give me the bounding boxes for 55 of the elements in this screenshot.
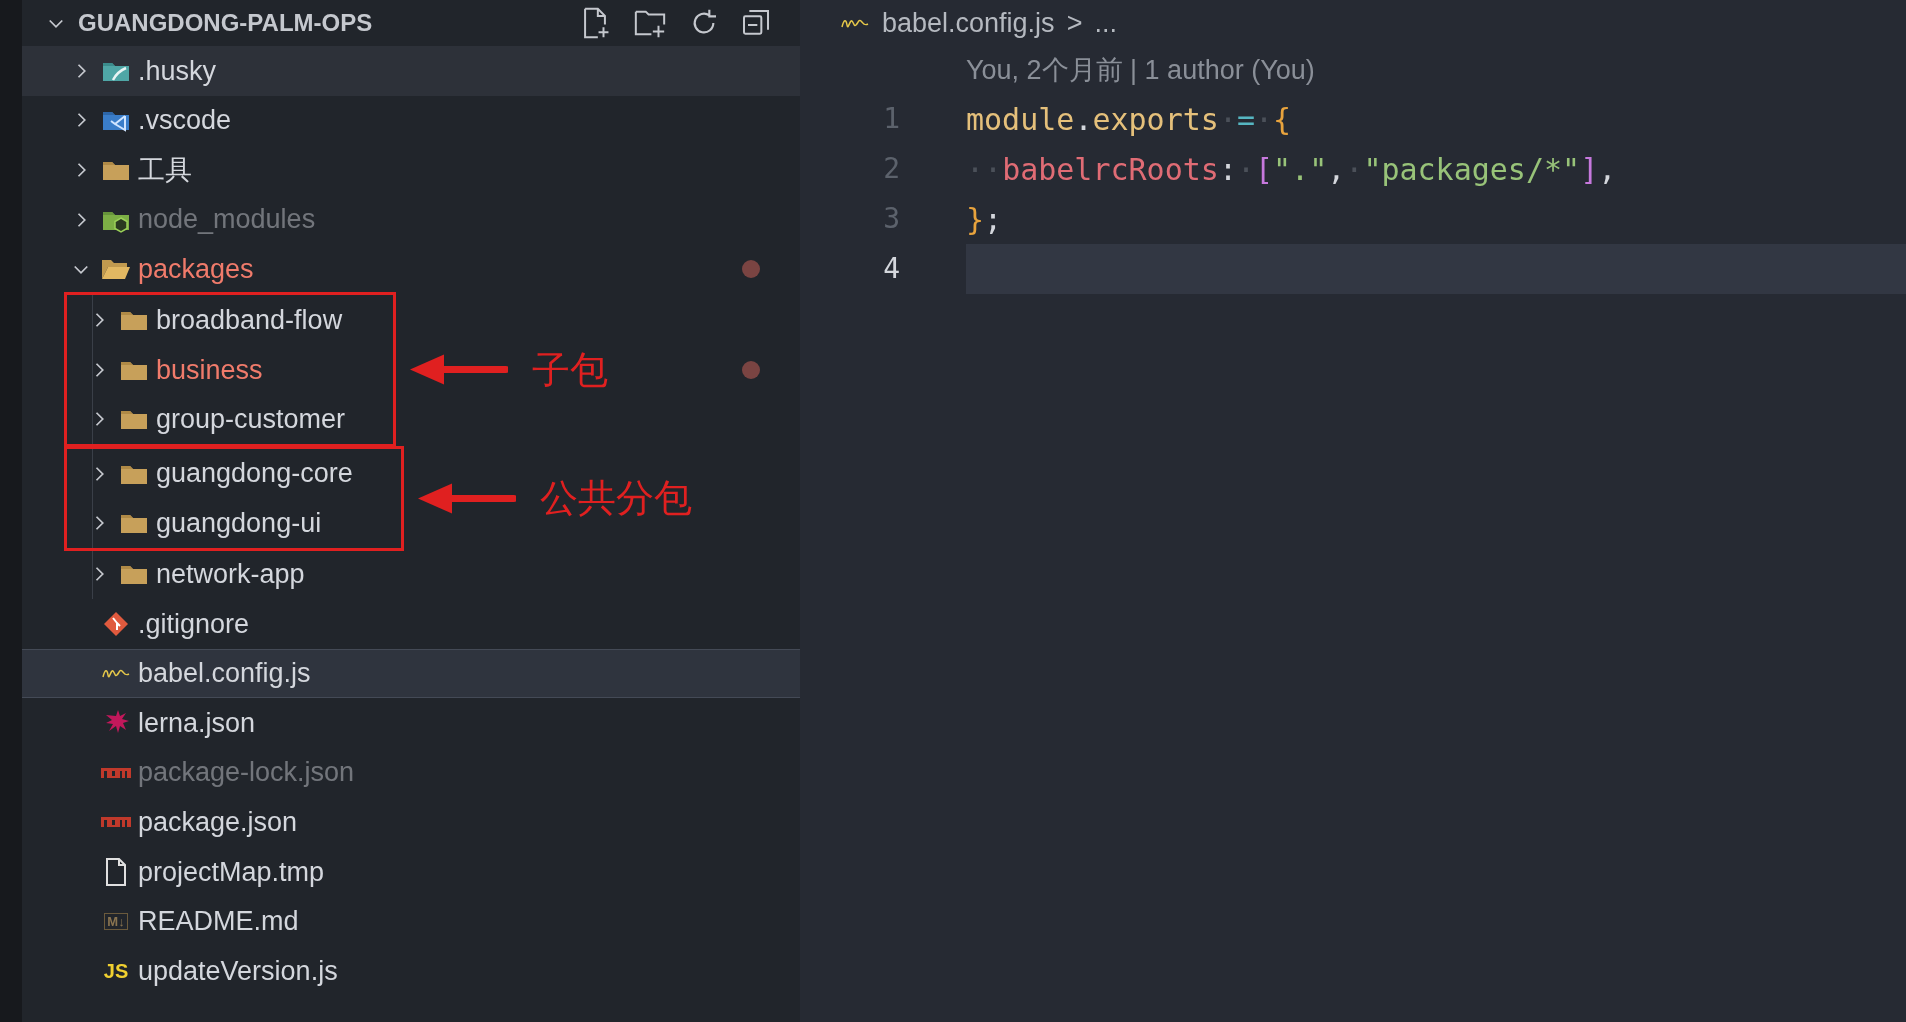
- file-name: updateVersion.js: [138, 954, 338, 988]
- folder-row[interactable]: .vscode: [22, 95, 800, 146]
- file-name: guangdong-ui: [156, 506, 322, 540]
- file-name: .husky: [138, 54, 217, 88]
- explorer-title: GUANGDONG-PALM-OPS: [78, 8, 373, 38]
- folder-row[interactable]: packages: [22, 244, 800, 294]
- line-number: 4: [882, 251, 901, 287]
- file-name: .gitignore: [138, 607, 250, 641]
- file-name: .vscode: [138, 104, 232, 138]
- annotation-label: 子包: [532, 347, 609, 393]
- file-name: lerna.json: [138, 706, 256, 740]
- codelens-text[interactable]: You, 2个月前 | 1 author (You): [966, 49, 1315, 91]
- line-number: 1: [882, 101, 901, 137]
- file-name: packages: [138, 252, 254, 286]
- file-row[interactable]: babel.config.js: [22, 648, 800, 699]
- folder-row[interactable]: 工具: [22, 145, 800, 195]
- folder-row[interactable]: .husky: [22, 46, 800, 96]
- line-number: 3: [882, 201, 901, 237]
- folder-row[interactable]: broadband-flow: [67, 295, 346, 346]
- folder-row[interactable]: guangdong-core: [67, 448, 353, 499]
- file-name: node_modules: [138, 203, 316, 237]
- code-text: };: [966, 200, 1004, 239]
- file-name: group-customer: [156, 403, 346, 437]
- file-name: network-app: [156, 558, 305, 591]
- file-name: package.json: [138, 805, 298, 839]
- markdown-icon: M↓: [104, 912, 128, 930]
- line-number: 2: [882, 151, 901, 187]
- file-name: 工具: [138, 153, 192, 187]
- folder-row[interactable]: guangdong-ui: [67, 498, 353, 548]
- npm-logo-icon: [100, 815, 132, 830]
- file-name: babel.config.js: [138, 657, 311, 691]
- npm-logo-icon: [100, 765, 132, 780]
- diamond-branch-icon: [102, 609, 130, 638]
- file-row[interactable]: M↓ README.md: [22, 896, 800, 947]
- file-name: business: [156, 353, 263, 387]
- file-row[interactable]: projectMap.tmp: [22, 847, 800, 897]
- code-text: ··babelrcRoots:·[".",·"packages/*"],: [966, 150, 1618, 189]
- file-name: broadband-flow: [156, 304, 343, 337]
- file-row[interactable]: .gitignore: [22, 599, 800, 649]
- file-name: projectMap.tmp: [138, 855, 325, 889]
- file-name: README.md: [138, 905, 299, 939]
- js-icon: JS: [103, 961, 129, 981]
- file-name: package-lock.json: [138, 756, 355, 790]
- file-icon: [103, 856, 129, 887]
- code-text: module.exports·=·{: [966, 100, 1293, 139]
- file-row[interactable]: JS updateVersion.js: [22, 946, 800, 996]
- folder-row[interactable]: group-customer: [67, 394, 346, 445]
- file-row[interactable]: package.json: [22, 797, 800, 847]
- breadcrumb-more[interactable]: ...: [1094, 2, 1117, 44]
- file-name: guangdong-core: [156, 457, 353, 491]
- breadcrumb-separator: >: [1066, 6, 1083, 40]
- annotation-label: 公共分包: [539, 475, 692, 521]
- folder-row[interactable]: network-app: [22, 549, 800, 600]
- breadcrumb-file[interactable]: babel.config.js: [882, 2, 1055, 44]
- file-row[interactable]: lerna.json: [22, 698, 800, 748]
